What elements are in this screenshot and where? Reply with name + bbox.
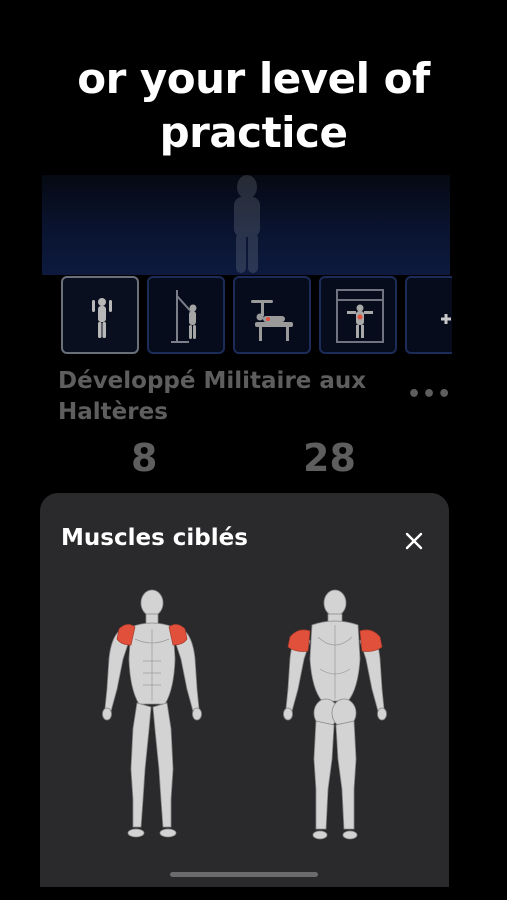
- headline-line-1: or your level of: [77, 54, 430, 103]
- thumb-exercise-cable[interactable]: [147, 276, 225, 354]
- exercise-figure-silhouette: [234, 175, 260, 273]
- back-body-diagram: [283, 589, 387, 840]
- thumb-add[interactable]: [405, 276, 452, 354]
- exercise-title: Développé Militaire aux Haltères: [58, 366, 388, 428]
- thumb-exercise-machine[interactable]: [319, 276, 397, 354]
- target-muscles-sheet: Muscles ciblés: [40, 493, 449, 887]
- bench-press-icon: [251, 300, 293, 341]
- plus-icon: [441, 314, 451, 324]
- close-icon[interactable]: [400, 527, 428, 555]
- pulldown-machine-icon: [336, 289, 384, 343]
- standing-figure-icon: [92, 298, 112, 338]
- cable-machine-icon: [171, 290, 197, 343]
- sheet-title: Muscles ciblés: [61, 525, 248, 551]
- stat-value-2: 28: [303, 436, 356, 480]
- exercise-title-line-1: Développé Militaire aux: [58, 368, 367, 394]
- thumb-exercise-standing[interactable]: [61, 276, 139, 354]
- headline-line-2: practice: [159, 108, 348, 157]
- home-indicator[interactable]: [170, 872, 318, 877]
- headline: or your level of practice: [0, 52, 507, 160]
- stat-value-1: 8: [131, 436, 158, 480]
- front-body-diagram: [102, 589, 202, 838]
- exercise-thumbnails: [60, 276, 452, 358]
- exercise-video-preview[interactable]: [42, 175, 450, 275]
- more-dots-icon[interactable]: •••: [407, 382, 452, 407]
- exercise-title-line-2: Haltères: [58, 399, 168, 425]
- thumb-exercise-bench[interactable]: [233, 276, 311, 354]
